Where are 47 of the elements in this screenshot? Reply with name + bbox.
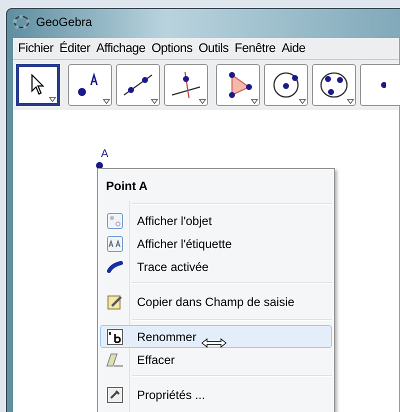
- dropdown-triangle-icon: [251, 99, 258, 104]
- context-menu-item[interactable]: Renommer: [100, 325, 332, 348]
- context-menu-item[interactable]: Propriétés ...: [100, 383, 332, 406]
- menu-title: Point A: [106, 178, 148, 195]
- notepad-pencil-icon: [107, 294, 123, 310]
- menu-item[interactable]: Affichage: [93, 39, 148, 58]
- point-icon: [378, 80, 386, 90]
- dropdown-triangle-icon: [49, 97, 56, 102]
- menu-item[interactable]: Outils: [195, 39, 232, 58]
- dropdown-triangle-icon: [299, 99, 306, 104]
- menu-item[interactable]: Fenêtre: [232, 39, 279, 58]
- point-dot-icon: [96, 162, 103, 169]
- dropdown-triangle-icon: [151, 99, 158, 104]
- line-icon: [123, 73, 153, 97]
- rename-icon: [107, 328, 123, 344]
- ellipse-icon: [319, 71, 349, 99]
- tool-button[interactable]: [68, 64, 112, 106]
- perpendicular-lines-icon: [171, 71, 201, 99]
- context-menu-item[interactable]: Copier dans Champ de saisie: [100, 290, 332, 313]
- menu-item[interactable]: Éditer: [56, 39, 94, 58]
- app-logo-icon: [13, 15, 30, 29]
- show-object-icon: [107, 212, 123, 228]
- tool-button[interactable]: [312, 64, 356, 106]
- tool-button[interactable]: [16, 64, 60, 106]
- menu-item[interactable]: Fichier: [15, 39, 56, 58]
- point-label: A: [101, 147, 108, 162]
- context-menu-item[interactable]: Trace activée: [100, 255, 332, 278]
- tool-button[interactable]: [216, 64, 260, 106]
- context-menu-item[interactable]: Effacer: [100, 348, 332, 371]
- brush-stroke-icon: [107, 260, 123, 272]
- dropdown-triangle-icon: [199, 99, 206, 104]
- tool-button[interactable]: [116, 64, 160, 106]
- tool-button[interactable]: [264, 64, 308, 106]
- resize-cursor-icon: [201, 338, 227, 348]
- context-menu-item[interactable]: Afficher l'objet: [100, 209, 332, 232]
- pointer-icon: [30, 74, 46, 96]
- tool-button[interactable]: [164, 64, 208, 106]
- show-label-icon: [107, 236, 123, 252]
- dropdown-triangle-icon: [347, 99, 354, 104]
- window-title: GeoGebra: [36, 14, 92, 31]
- menu-item[interactable]: Aide: [278, 39, 308, 58]
- dropdown-triangle-icon: [103, 99, 110, 104]
- menu-item[interactable]: Options: [148, 39, 196, 58]
- context-menu-item[interactable]: Afficher l'étiquette: [100, 232, 332, 255]
- eraser-icon: [106, 352, 124, 366]
- circle-icon: [271, 71, 301, 99]
- properties-icon: [107, 386, 123, 402]
